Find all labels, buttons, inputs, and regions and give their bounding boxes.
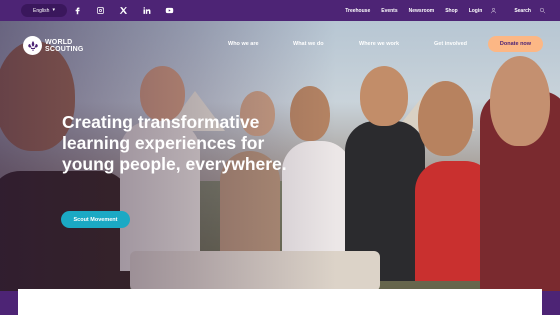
search-link[interactable]: Search [514, 7, 546, 14]
search-label: Search [514, 7, 531, 14]
user-icon [491, 7, 497, 14]
donate-button[interactable]: Donate now [488, 36, 543, 52]
nav-where-we-work[interactable]: Where we work [359, 41, 399, 47]
chevron-down-icon: ▾ [52, 7, 55, 13]
utility-bar: English ▾ Treehouse Events Newsroom Shop… [0, 0, 560, 21]
search-icon [539, 7, 546, 14]
events-link[interactable]: Events [381, 8, 397, 14]
language-selector[interactable]: English ▾ [21, 4, 67, 17]
fleur-de-lis-icon [23, 36, 42, 55]
hero-section: WORLD SCOUTING Who we are What we do Whe… [0, 21, 560, 291]
language-label: English [33, 7, 50, 14]
main-navigation: WORLD SCOUTING Who we are What we do Whe… [0, 35, 560, 65]
instagram-icon[interactable] [95, 5, 105, 15]
facebook-icon[interactable] [72, 5, 82, 15]
utility-nav: Treehouse Events Newsroom Shop Login Sea… [345, 0, 546, 21]
youtube-icon[interactable] [164, 5, 174, 15]
logo-line1: WORLD [45, 38, 73, 46]
nav-get-involved[interactable]: Get involved [434, 41, 467, 47]
x-icon[interactable] [118, 5, 128, 15]
nav-what-we-do[interactable]: What we do [293, 41, 324, 47]
world-scouting-logo[interactable]: WORLD SCOUTING [23, 36, 84, 55]
treehouse-link[interactable]: Treehouse [345, 8, 370, 14]
social-links [72, 5, 174, 15]
login-label: Login [468, 7, 483, 14]
scout-movement-button[interactable]: Scout Movement [61, 211, 130, 228]
linkedin-icon[interactable] [141, 5, 151, 15]
login-link[interactable]: Login [469, 7, 498, 14]
shop-link[interactable]: Shop [445, 8, 458, 14]
nav-who-we-are[interactable]: Who we are [228, 41, 259, 47]
hero-headline: Creating transformative learning experie… [62, 112, 287, 174]
logo-line2: SCOUTING [45, 45, 84, 53]
newsroom-link[interactable]: Newsroom [409, 8, 435, 14]
